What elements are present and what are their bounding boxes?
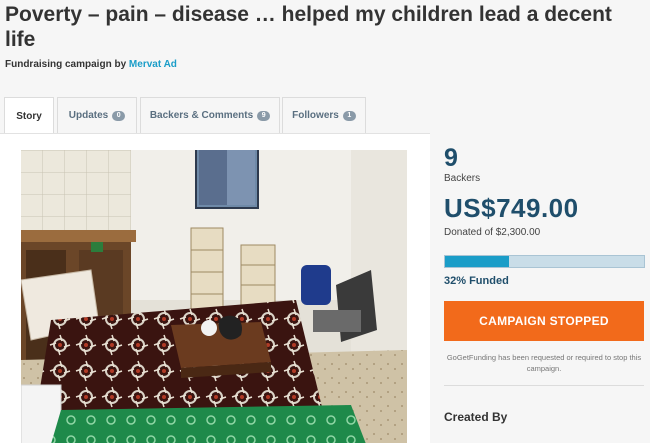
created-by-heading: Created By (444, 410, 508, 424)
campaign-sidebar: 9 Backers US$749.00 Donated of $2,300.00… (444, 133, 650, 443)
story-panel (0, 133, 430, 443)
author-link[interactable]: Mervat Ad (129, 59, 177, 70)
count-badge: 0 (112, 110, 126, 121)
divider (444, 385, 644, 386)
tab-label: Followers (292, 110, 339, 121)
tab-followers[interactable]: Followers 1 (282, 97, 366, 133)
tab-label: Updates (68, 110, 109, 121)
funding-progress-bar (444, 255, 645, 268)
campaign-stopped-button[interactable]: CAMPAIGN STOPPED (444, 301, 644, 341)
byline-prefix: Fundraising campaign by (5, 59, 127, 70)
byline: Fundraising campaign by Mervat Ad (5, 59, 177, 70)
campaign-header: Poverty – pain – disease … helped my chi… (0, 0, 650, 98)
backers-label: Backers (444, 173, 481, 184)
tab-updates[interactable]: Updates 0 (57, 97, 137, 133)
campaign-photo (21, 150, 407, 443)
backers-count: 9 (444, 144, 458, 172)
target-amount: Donated of $2,300.00 (444, 227, 541, 238)
campaign-stopped-note: GoGetFunding has been requested or requi… (446, 353, 642, 373)
tab-story[interactable]: Story (4, 97, 54, 134)
campaign-title: Poverty – pain – disease … helped my chi… (5, 3, 612, 51)
count-badge: 1 (342, 110, 356, 121)
progress-fill (445, 256, 509, 267)
funded-percent: 32% Funded (444, 275, 509, 287)
raised-amount: US$749.00 (444, 193, 579, 223)
tab-label: Backers & Comments (149, 110, 254, 121)
count-badge: 9 (257, 110, 271, 121)
tab-backers-comments[interactable]: Backers & Comments 9 (140, 97, 280, 133)
tab-label: Story (16, 110, 42, 122)
